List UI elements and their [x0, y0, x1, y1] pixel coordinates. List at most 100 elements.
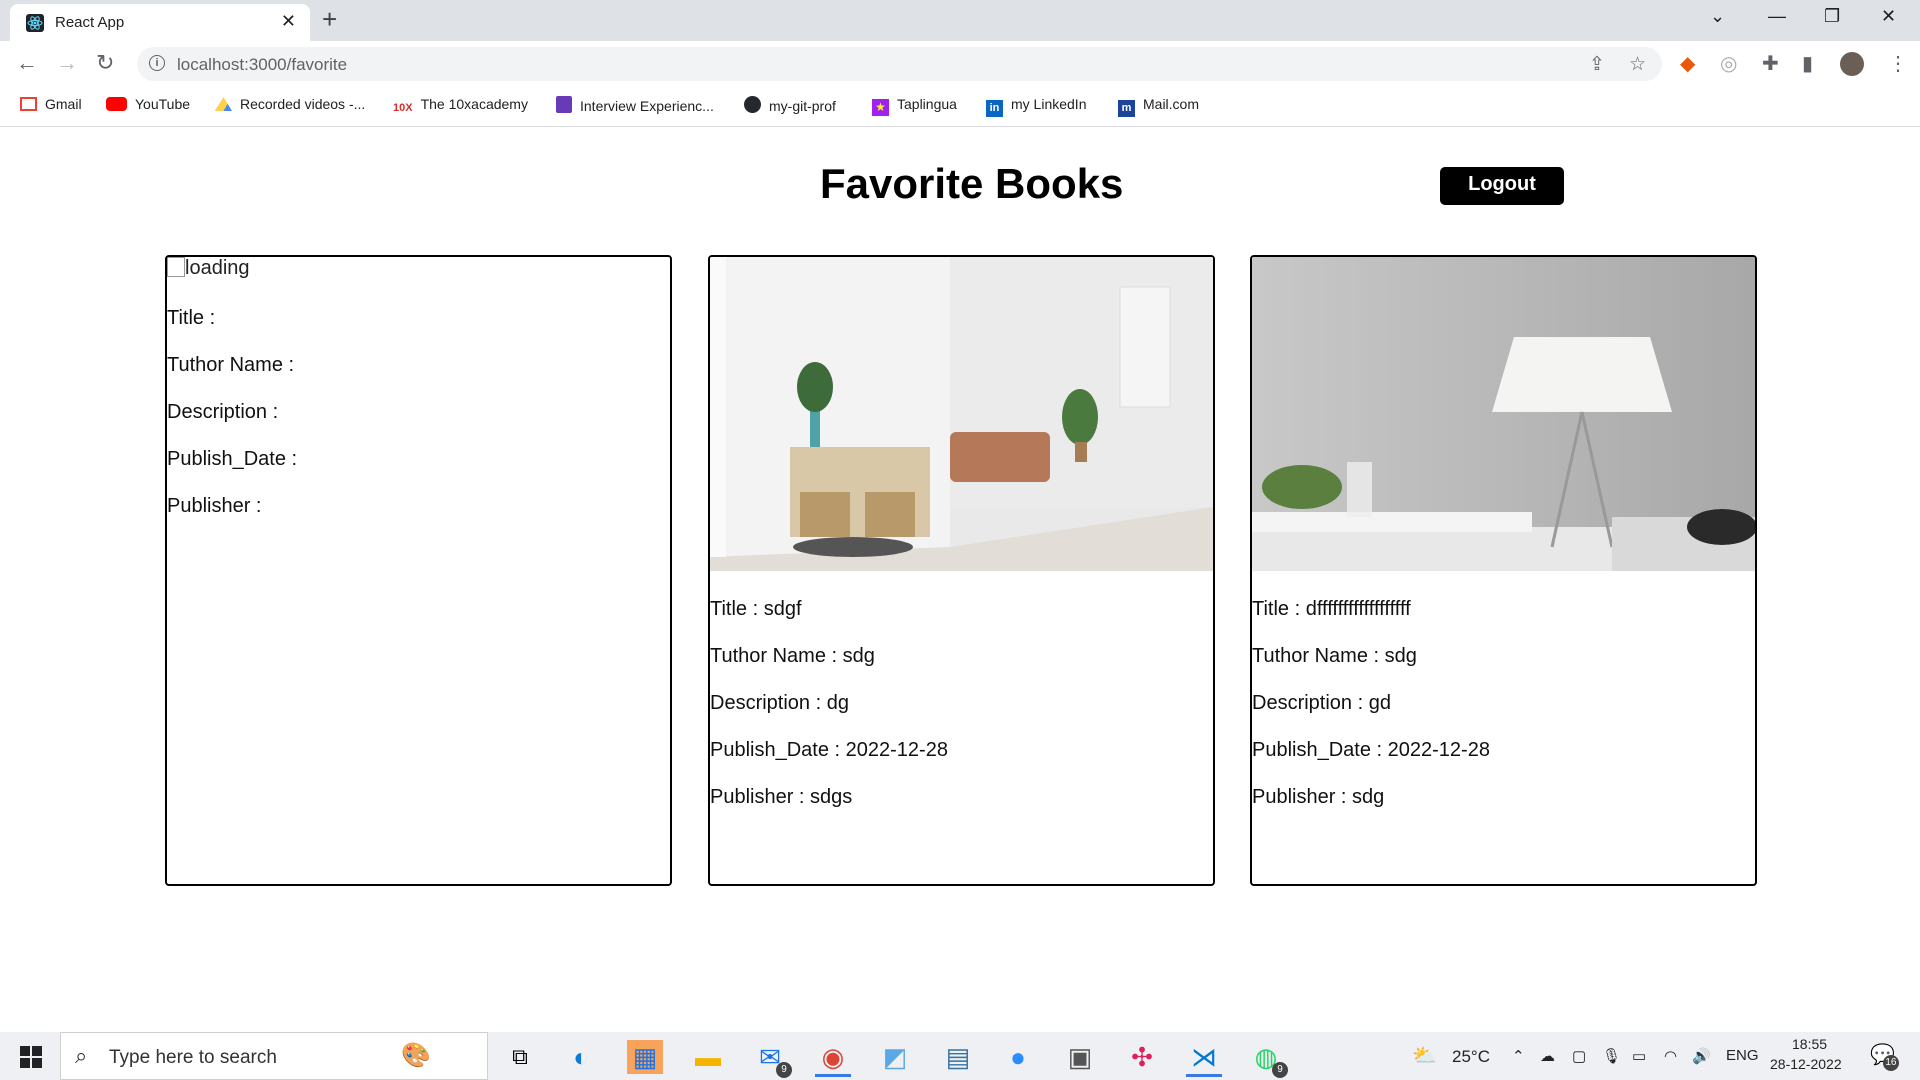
bookmark-10xacademy[interactable]: 10X The 10xacademy	[393, 96, 528, 116]
search-highlight-icon: 🎨	[401, 1042, 431, 1069]
broken-image-icon	[167, 257, 185, 277]
browser-tabstrip: React App ✕ + ⌄ — ❐ ✕	[0, 0, 1920, 41]
show-hidden-icons-icon[interactable]: ⌃	[1512, 1047, 1525, 1065]
minimize-button[interactable]: —	[1768, 6, 1786, 27]
windows-taskbar: ⌕ Type here to search 🎨 ⧉ ◐ ▦ ▬ ✉ 9 ◉ ◩ ▤…	[0, 1032, 1920, 1080]
whatsapp-badge: 9	[1272, 1062, 1288, 1078]
notes-icon[interactable]: ◩	[877, 1040, 913, 1074]
close-tab-icon[interactable]: ✕	[281, 11, 296, 32]
browser-toolbar: ← → ↻ i localhost:3000/favorite ⇪ ☆ ◆ ◎ …	[0, 41, 1920, 86]
book-card: Title : sdgf Tuthor Name : sdg Descripti…	[708, 255, 1215, 886]
battery-icon[interactable]: ▭	[1632, 1047, 1646, 1065]
book-description: Description : gd	[1252, 692, 1391, 714]
book-author: Tuthor Name :	[167, 354, 295, 376]
tenx-icon: 10X	[393, 102, 413, 114]
book-publish-date: Publish_Date :	[167, 448, 298, 470]
page-title: Favorite Books	[820, 160, 1124, 207]
book-title: Title :	[167, 307, 216, 329]
book-publish-date: Publish_Date : 2022-12-28	[710, 739, 948, 761]
microphone-icon[interactable]: 🎙	[1602, 1047, 1621, 1065]
book-cover-image	[710, 257, 1213, 571]
youtube-icon	[106, 97, 127, 111]
mail-icon[interactable]: ✉ 9	[752, 1040, 792, 1078]
side-panel-icon[interactable]: ▮	[1802, 51, 1813, 76]
onedrive-icon[interactable]: ☁	[1540, 1047, 1555, 1065]
file-explorer-icon[interactable]: ▬	[690, 1040, 726, 1074]
slack-icon[interactable]: ✣	[1124, 1040, 1160, 1074]
wifi-icon[interactable]: ◠	[1664, 1047, 1677, 1065]
google-drive-icon	[215, 97, 232, 111]
bookmark-recorded-videos[interactable]: Recorded videos -...	[215, 96, 365, 112]
tab-title: React App	[55, 14, 125, 31]
clock-time[interactable]: 18:55	[1792, 1036, 1827, 1052]
book-title: Title : sdgf	[710, 598, 802, 620]
camera-icon[interactable]: ▣	[1062, 1040, 1098, 1074]
new-tab-button[interactable]: +	[322, 4, 337, 35]
book-publisher: Publisher : sdg	[1252, 786, 1385, 808]
notifications-icon[interactable]: 💬 16	[1870, 1042, 1899, 1071]
clock-date[interactable]: 28-12-2022	[1770, 1056, 1842, 1072]
url-text[interactable]: localhost:3000/favorite	[177, 55, 347, 75]
book-card: loading Title : Tuthor Name : Descriptio…	[165, 255, 672, 886]
book-title: Title : dffffffffffffffffff	[1252, 598, 1411, 620]
book-description: Description : dg	[710, 692, 849, 714]
zoom-icon[interactable]: ●	[1000, 1040, 1036, 1074]
book-card: Title : dffffffffffffffffff Tuthor Name …	[1250, 255, 1757, 886]
address-bar[interactable]: i localhost:3000/favorite ⇪ ☆	[137, 47, 1662, 81]
edge-icon[interactable]: ◐	[563, 1040, 599, 1074]
task-view-icon[interactable]: ⧉	[502, 1040, 538, 1074]
book-publisher: Publisher : sdgs	[710, 786, 853, 808]
github-icon	[744, 96, 761, 113]
taskbar-search-box[interactable]: ⌕ Type here to search 🎨	[60, 1032, 488, 1080]
bookmark-mailcom[interactable]: m Mail.com	[1118, 96, 1199, 117]
gmail-icon	[20, 97, 37, 111]
windows-start-icon[interactable]	[20, 1046, 42, 1068]
vscode-icon[interactable]: ⋊	[1186, 1040, 1222, 1077]
menu-kebab-icon[interactable]: ⋮	[1888, 51, 1908, 76]
store-icon[interactable]: ▦	[627, 1040, 663, 1074]
book-description: Description :	[167, 401, 279, 423]
volume-icon[interactable]: 🔊	[1692, 1047, 1711, 1065]
tab-search-icon[interactable]: ⌄	[1710, 6, 1725, 27]
close-window-button[interactable]: ✕	[1881, 6, 1896, 27]
bookmark-star-icon[interactable]: ☆	[1629, 53, 1646, 76]
weather-icon[interactable]: ⛅	[1412, 1043, 1437, 1068]
tab-react-app[interactable]: React App ✕	[10, 4, 310, 41]
mail-badge: 9	[776, 1062, 792, 1078]
book-publisher: Publisher :	[167, 495, 262, 517]
share-icon[interactable]: ⇪	[1589, 53, 1605, 76]
site-info-icon[interactable]: i	[149, 55, 165, 71]
bookmark-my-git-prof[interactable]: my-git-prof	[744, 96, 836, 114]
bookmark-youtube[interactable]: YouTube	[106, 96, 190, 112]
logout-button[interactable]: Logout	[1440, 167, 1564, 205]
book-publish-date: Publish_Date : 2022-12-28	[1252, 739, 1490, 761]
brave-extension-icon[interactable]: ◆	[1680, 51, 1695, 76]
search-icon: ⌕	[75, 1043, 88, 1068]
extensions-puzzle-icon[interactable]: ✚	[1762, 51, 1779, 76]
book-author: Tuthor Name : sdg	[710, 645, 875, 667]
search-placeholder[interactable]: Type here to search	[109, 1047, 277, 1069]
chrome-icon[interactable]: ◉	[815, 1040, 851, 1077]
notification-badge: 16	[1882, 1055, 1899, 1071]
bookmark-gmail[interactable]: Gmail	[20, 96, 82, 112]
reload-button[interactable]: ↻	[96, 50, 114, 76]
bookmarks-bar: Gmail YouTube Recorded videos -... 10X Th…	[0, 86, 1920, 127]
form-icon	[556, 96, 572, 113]
book-cover-image	[1252, 257, 1755, 571]
forward-button[interactable]: →	[56, 50, 78, 76]
language-indicator[interactable]: ENG	[1726, 1047, 1759, 1064]
bookmark-interview-experience[interactable]: Interview Experienc...	[556, 96, 714, 114]
bookmark-taplingua[interactable]: ★ Taplingua	[872, 96, 957, 116]
weather-temp[interactable]: 25°C	[1452, 1047, 1490, 1067]
back-button[interactable]: ←	[16, 50, 38, 76]
bookmark-linkedin[interactable]: in my LinkedIn	[986, 96, 1086, 117]
profile-avatar[interactable]	[1840, 52, 1864, 76]
react-icon	[26, 14, 44, 32]
broken-image: loading	[167, 257, 250, 280]
extension-icon[interactable]: ◎	[1720, 51, 1737, 76]
whatsapp-icon[interactable]: ◍ 9	[1248, 1040, 1288, 1078]
meet-icon[interactable]: ▢	[1572, 1047, 1586, 1065]
star-icon: ★	[872, 99, 889, 116]
python-icon[interactable]: ▤	[940, 1040, 976, 1074]
restore-button[interactable]: ❐	[1824, 6, 1840, 27]
